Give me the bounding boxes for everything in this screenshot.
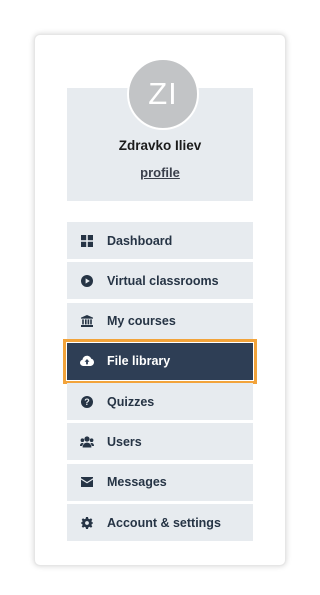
users-icon bbox=[67, 436, 107, 448]
avatar[interactable]: ZI bbox=[127, 58, 199, 130]
institution-icon bbox=[67, 315, 107, 328]
question-circle-icon: ? bbox=[67, 395, 107, 408]
envelope-icon bbox=[67, 476, 107, 488]
sidebar-item-label: Quizzes bbox=[107, 394, 155, 409]
sidebar-item-dashboard[interactable]: Dashboard bbox=[67, 222, 253, 259]
avatar-initials: ZI bbox=[148, 76, 178, 111]
sidebar-item-label: Dashboard bbox=[107, 233, 173, 248]
sidebar-item-my-courses[interactable]: My courses bbox=[67, 302, 253, 340]
sidebar-item-label: File library bbox=[107, 354, 171, 369]
sidebar-item-quizzes[interactable]: ? Quizzes bbox=[67, 383, 253, 421]
sidebar-card: ZI Zdravko Iliev profile Dashboard Virtu… bbox=[34, 34, 286, 566]
sidebar-item-file-library[interactable]: File library bbox=[63, 338, 257, 384]
sidebar-item-label: Users bbox=[107, 434, 142, 449]
dashboard-grid-icon bbox=[67, 234, 107, 247]
gear-icon bbox=[67, 516, 107, 529]
user-name: Zdravko Iliev bbox=[118, 138, 202, 153]
sidebar-item-label: Account & settings bbox=[107, 515, 221, 530]
sidebar-item-messages[interactable]: Messages bbox=[67, 463, 253, 501]
play-circle-icon bbox=[67, 274, 107, 287]
svg-text:?: ? bbox=[84, 397, 90, 407]
sidebar-menu: Dashboard Virtual classrooms My courses … bbox=[63, 222, 257, 544]
sidebar-item-account-settings[interactable]: Account & settings bbox=[67, 504, 253, 542]
sidebar-item-virtual-classrooms[interactable]: Virtual classrooms bbox=[67, 262, 253, 300]
sidebar-item-label: Messages bbox=[107, 475, 167, 490]
profile-link[interactable]: profile bbox=[67, 165, 253, 180]
sidebar-item-label: My courses bbox=[107, 314, 176, 329]
sidebar-item-label: Virtual classrooms bbox=[107, 273, 219, 288]
cloud-upload-icon bbox=[67, 355, 107, 367]
sidebar-item-users[interactable]: Users bbox=[67, 423, 253, 461]
